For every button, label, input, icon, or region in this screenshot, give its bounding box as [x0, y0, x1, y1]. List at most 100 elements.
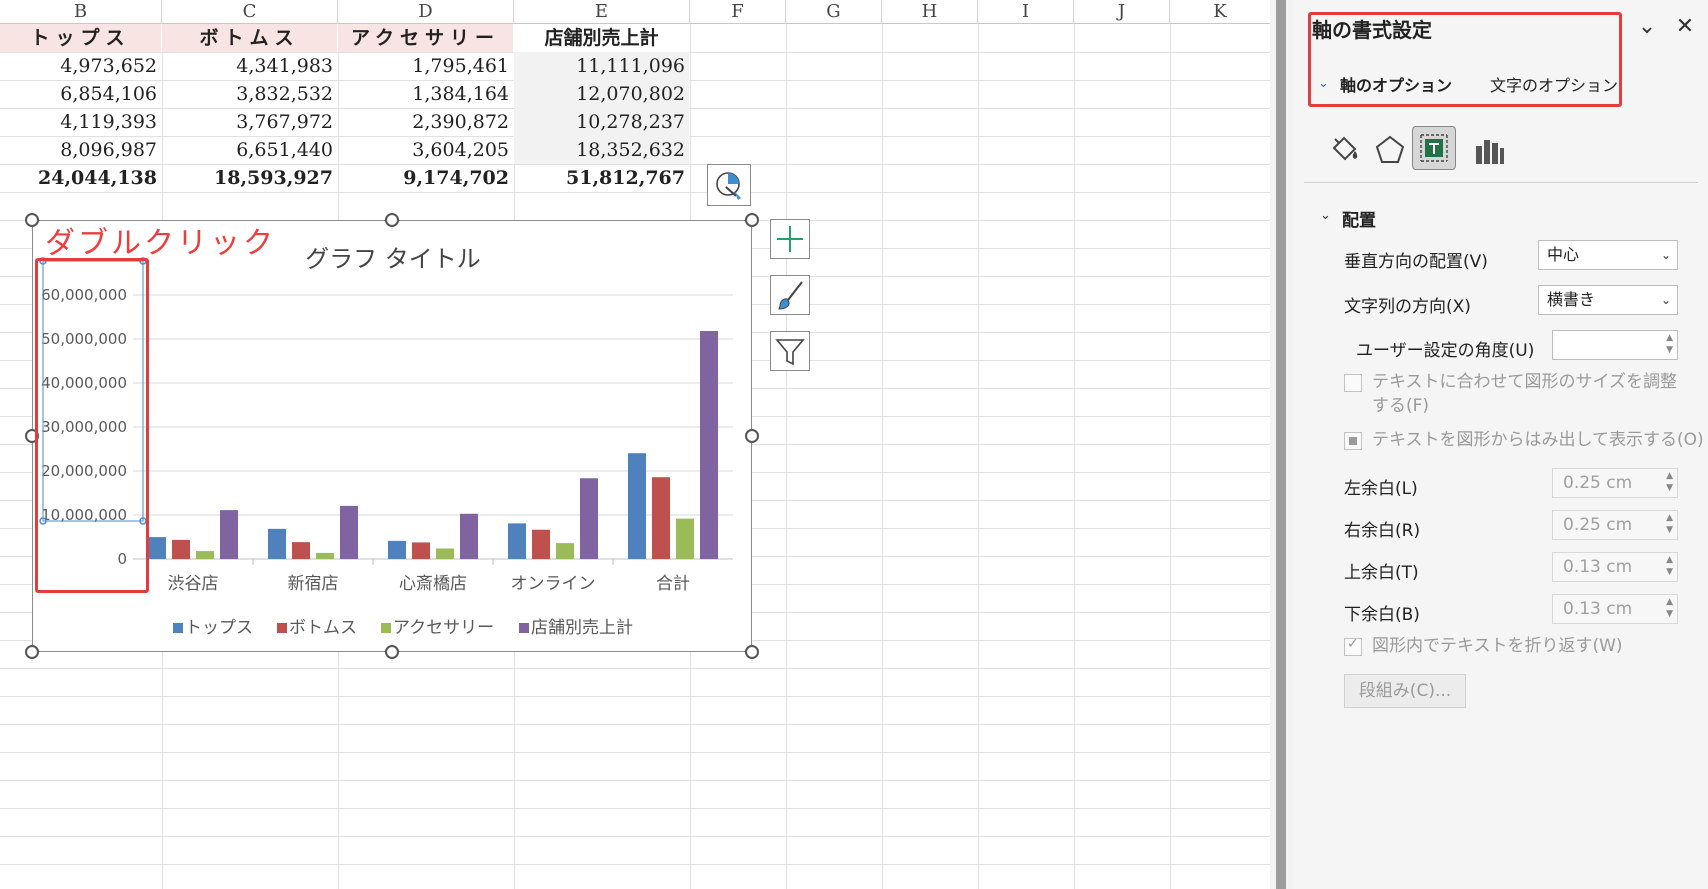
table-cell[interactable]: 3,604,205 [338, 136, 513, 164]
column-header-b[interactable]: B [0, 0, 162, 24]
bottom-margin-input[interactable]: 0.13 cm ▲ ▼ [1552, 594, 1678, 624]
tab-text-options[interactable]: 文字のオプション [1490, 72, 1618, 96]
chevron-down-icon: ⌄ [1660, 248, 1671, 262]
chart-elements-button[interactable] [770, 219, 810, 259]
x-tick-label: 渋谷店 [168, 574, 219, 594]
header-cell-bottoms[interactable]: ボトムス [162, 24, 337, 52]
top-margin-label: 上余白(T) [1344, 563, 1419, 583]
spreadsheet-grid[interactable]: B C D E F G H I J K トップス ボトムス アクセサリー 店舗別… [0, 0, 1270, 889]
left-margin-input[interactable]: 0.25 cm ▲ ▼ [1552, 468, 1678, 498]
spin-arrows-icon[interactable]: ▲ ▼ [1666, 332, 1673, 356]
column-header-j[interactable]: J [1074, 0, 1170, 24]
column-gridline [978, 24, 979, 889]
resize-handle-right[interactable] [745, 429, 759, 443]
table-cell[interactable]: 2,390,872 [338, 108, 513, 136]
spin-arrows-icon[interactable]: ▲ ▼ [1666, 512, 1673, 536]
table-cell[interactable]: 3,832,532 [162, 80, 337, 108]
check-indeterminate-icon [1349, 437, 1357, 445]
table-cell[interactable]: 3,767,972 [162, 108, 337, 136]
resize-handle-bottom-left[interactable] [25, 645, 39, 659]
legend-label: 店舗別売上計 [531, 618, 633, 638]
columns-button[interactable]: 段組み(C)... [1344, 674, 1466, 708]
fill-line-tab[interactable] [1324, 130, 1364, 170]
table-cell[interactable]: 12,070,802 [514, 80, 689, 108]
legend-swatch [519, 623, 529, 633]
column-header-d[interactable]: D [338, 0, 514, 24]
spin-arrows-icon[interactable]: ▲ ▼ [1666, 470, 1673, 494]
bar [292, 542, 310, 559]
column-header-h[interactable]: H [882, 0, 978, 24]
row-gridline [0, 668, 1270, 669]
bar [460, 513, 478, 559]
resize-handle-top-right[interactable] [745, 213, 759, 227]
table-cell[interactable]: 4,341,983 [162, 52, 337, 80]
column-header-g[interactable]: G [786, 0, 882, 24]
custom-angle-input[interactable]: ▲ ▼ [1552, 330, 1678, 360]
chart-styles-button[interactable] [770, 275, 810, 315]
resize-handle-top-left[interactable] [25, 213, 39, 227]
table-cell[interactable]: 8,096,987 [0, 136, 161, 164]
chevron-down-icon[interactable]: ⌄ [1632, 12, 1662, 42]
size-properties-tab[interactable] [1412, 126, 1456, 170]
row-gridline [0, 696, 1270, 697]
section-alignment[interactable]: 配置 [1342, 206, 1376, 231]
effects-tab[interactable] [1370, 130, 1410, 170]
total-cell[interactable]: 18,593,927 [162, 164, 337, 192]
total-cell[interactable]: 24,044,138 [0, 164, 161, 192]
bar [700, 331, 718, 559]
table-cell[interactable]: 4,973,652 [0, 52, 161, 80]
table-cell[interactable]: 18,352,632 [514, 136, 689, 164]
resize-handle-bottom[interactable] [385, 645, 399, 659]
column-header-f[interactable]: F [690, 0, 786, 24]
top-margin-input[interactable]: 0.13 cm ▲ ▼ [1552, 552, 1678, 582]
legend-label: アクセサリー [393, 618, 494, 638]
resize-handle-top[interactable] [385, 213, 399, 227]
column-header-e[interactable]: E [514, 0, 690, 24]
pentagon-icon [1375, 135, 1405, 163]
resize-handle-bottom-right[interactable] [745, 645, 759, 659]
column-gridline [882, 24, 883, 889]
bar [268, 528, 286, 559]
bar [196, 551, 214, 559]
column-header-c[interactable]: C [162, 0, 338, 24]
pane-splitter[interactable] [1270, 0, 1294, 889]
row-gridline [0, 752, 1270, 753]
wrap-checkbox[interactable]: ✓ [1344, 636, 1362, 656]
close-icon[interactable]: ✕ [1670, 12, 1700, 42]
overflow-checkbox[interactable] [1344, 432, 1362, 450]
format-axis-pane: 軸の書式設定 ⌄ ✕ ⌄ 軸のオプション 文字のオプション ⌄ 配置 垂直方向の… [1294, 0, 1708, 889]
table-cell[interactable]: 6,651,440 [162, 136, 337, 164]
total-cell[interactable]: 51,812,767 [514, 164, 689, 192]
vertical-scrollbar[interactable] [1276, 0, 1286, 889]
brush-icon [778, 281, 803, 310]
table-cell[interactable]: 4,119,393 [0, 108, 161, 136]
header-cell-accessories[interactable]: アクセサリー [338, 24, 513, 52]
autofit-checkbox[interactable] [1344, 374, 1362, 392]
header-cell-store-total[interactable]: 店舗別売上計 [514, 24, 689, 52]
chart-filters-button[interactable] [770, 331, 810, 371]
tab-axis-options[interactable]: 軸のオプション [1340, 72, 1452, 96]
right-margin-input[interactable]: 0.25 cm ▲ ▼ [1552, 510, 1678, 540]
header-cell-tops[interactable]: トップス [0, 24, 161, 52]
table-cell[interactable]: 10,278,237 [514, 108, 689, 136]
custom-angle-label: ユーザー設定の角度(U) [1356, 341, 1535, 361]
paint-bucket-icon [1332, 136, 1358, 161]
vertical-align-select[interactable]: 中心 ⌄ [1538, 240, 1678, 270]
plus-icon [777, 226, 803, 252]
table-cell[interactable]: 1,384,164 [338, 80, 513, 108]
column-header-i[interactable]: I [978, 0, 1074, 24]
bar [148, 537, 166, 559]
spin-arrows-icon[interactable]: ▲ ▼ [1666, 596, 1673, 620]
table-cell[interactable]: 11,111,096 [514, 52, 689, 80]
spin-arrows-icon[interactable]: ▲ ▼ [1666, 554, 1673, 578]
divider [1304, 182, 1698, 183]
total-cell[interactable]: 9,174,702 [338, 164, 513, 192]
quick-analysis-button[interactable] [707, 164, 751, 206]
column-header-k[interactable]: K [1170, 0, 1270, 24]
table-cell[interactable]: 6,854,106 [0, 80, 161, 108]
left-margin-label: 左余白(L) [1344, 479, 1418, 499]
axis-options-tab[interactable] [1468, 130, 1508, 170]
text-direction-select[interactable]: 横書き ⌄ [1538, 285, 1678, 315]
table-cell[interactable]: 1,795,461 [338, 52, 513, 80]
pane-title: 軸の書式設定 [1312, 18, 1432, 42]
